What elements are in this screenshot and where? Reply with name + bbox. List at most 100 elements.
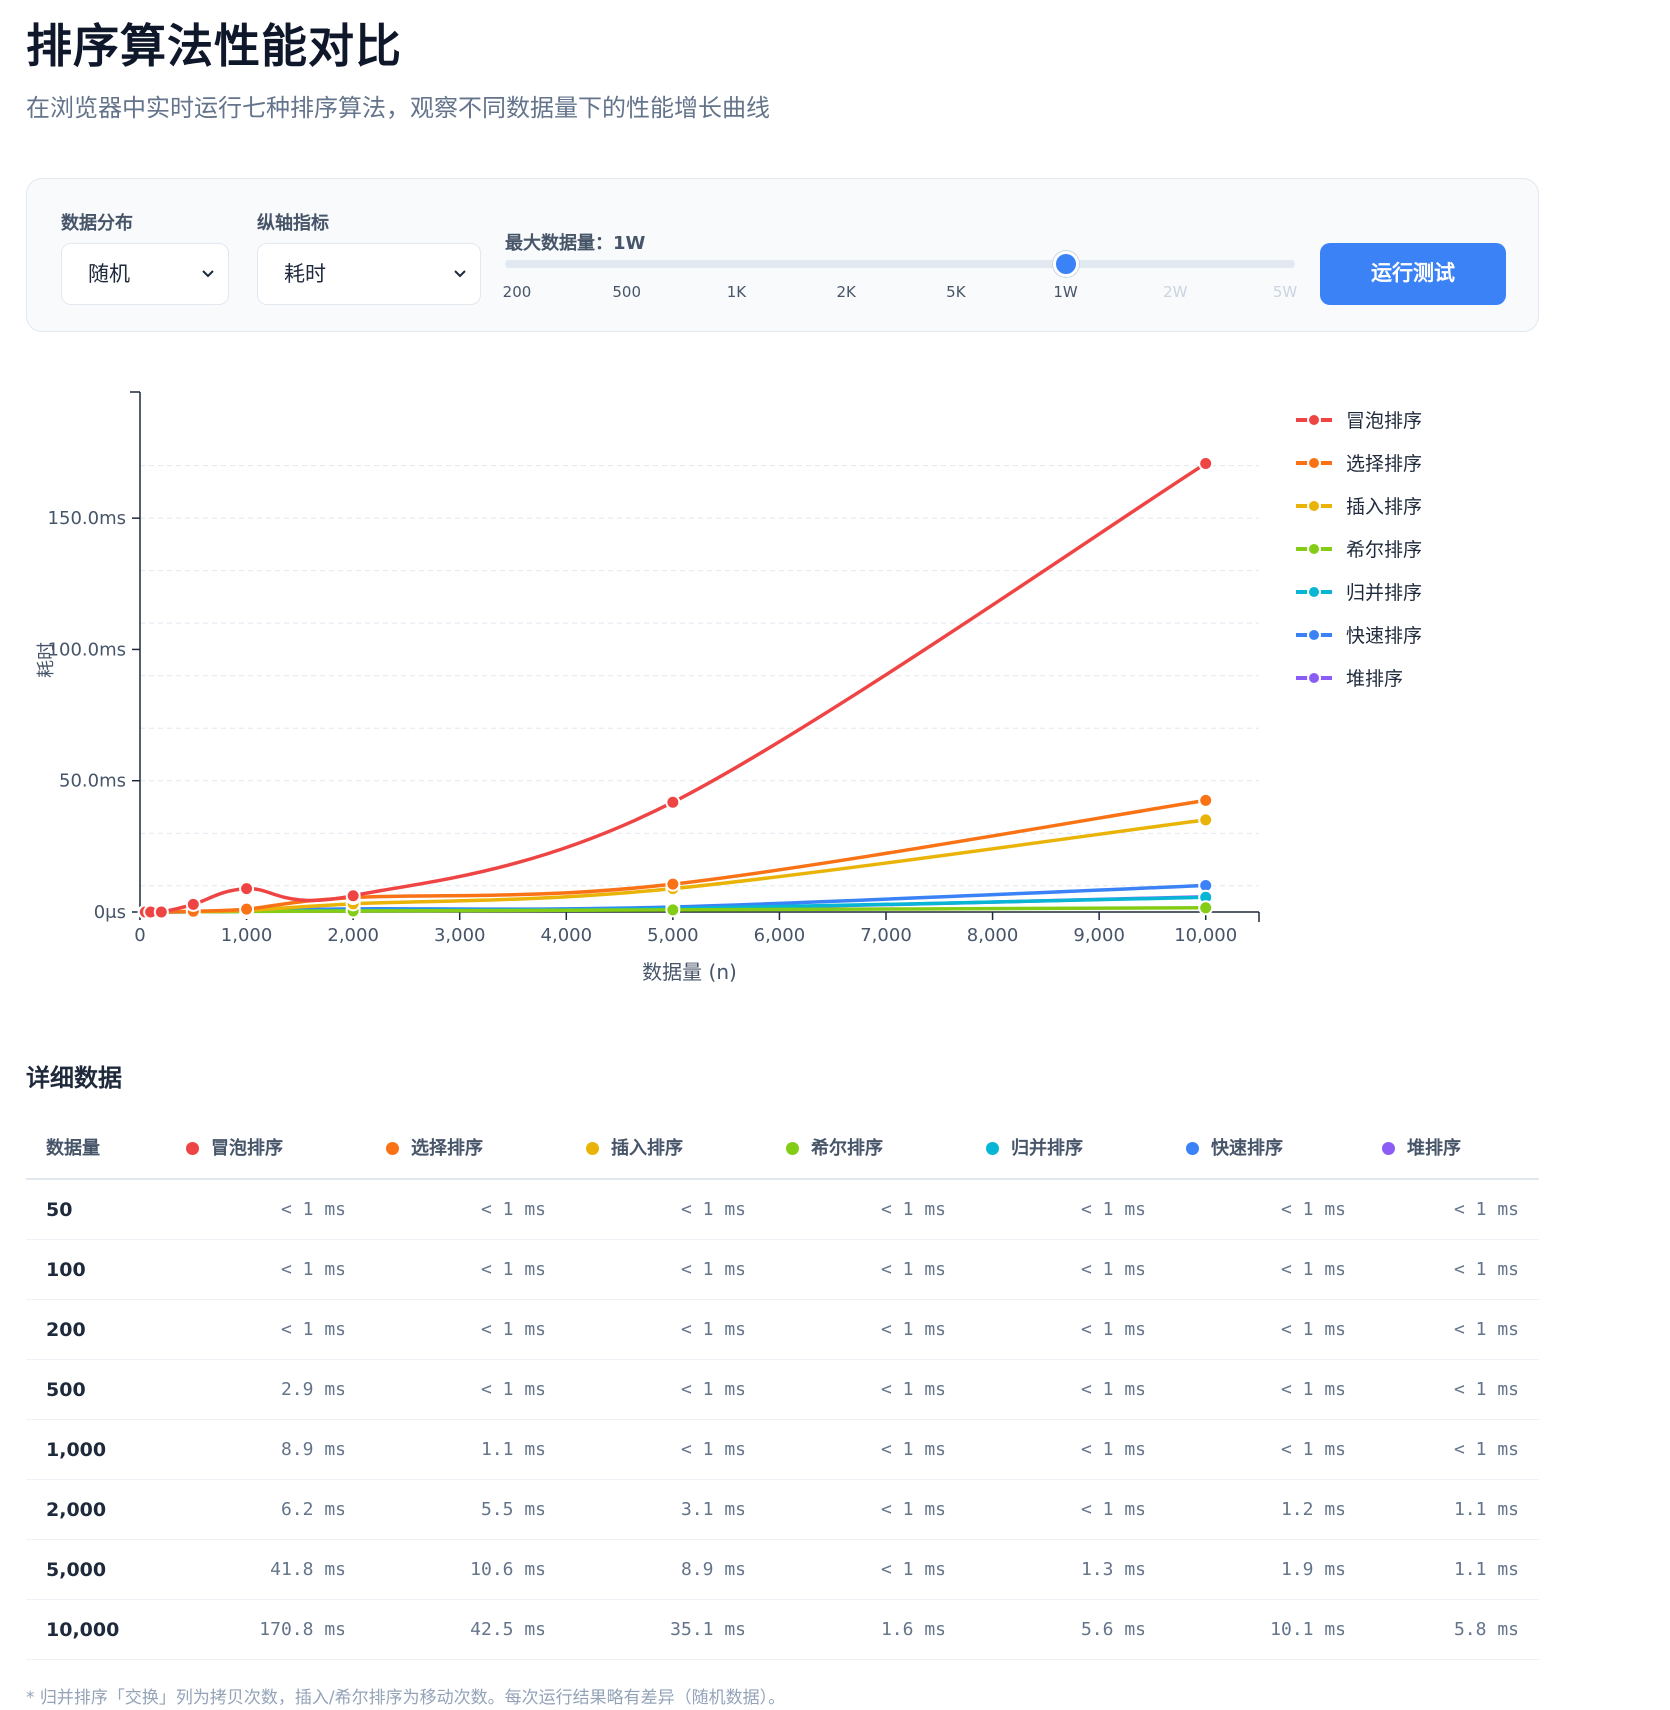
cell-time: < 1 ms (280, 1319, 346, 1340)
cell-size: 500 (46, 1379, 86, 1401)
cell-time: < 1 ms (480, 1199, 546, 1220)
y-tick-label: 0μs (94, 902, 126, 923)
max-size-label: 最大数据量：1W (505, 233, 646, 254)
x-tick-label: 5,000 (647, 925, 699, 946)
cell-time: 1.1 ms (1453, 1559, 1519, 1580)
table-row: 100 < 1 ms < 1 ms < 1 ms < 1 ms < 1 ms < 1 ms <… (26, 1240, 1539, 1300)
x-tick-label: 2,000 (327, 925, 379, 946)
legend-marker (1307, 585, 1321, 599)
cell-time: 3.1 ms (680, 1499, 746, 1520)
cell-time: 2.9 ms (280, 1379, 346, 1400)
slider-tick[interactable]: 500 (612, 283, 641, 301)
cell-time: < 1 ms (880, 1439, 946, 1460)
header-algorithm: 冒泡排序 (186, 1118, 283, 1180)
header-label: 堆排序 (1407, 1138, 1461, 1159)
metric-value: 耗时 (284, 262, 326, 286)
cell-time: 1.6 ms (880, 1619, 946, 1640)
legend-label: 冒泡排序 (1346, 410, 1422, 432)
slider-tick[interactable]: 5W (1273, 283, 1297, 301)
y-tick-label: 100.0ms (48, 639, 126, 660)
cell-time: 1.3 ms (1080, 1559, 1146, 1580)
legend-label: 插入排序 (1346, 496, 1422, 518)
x-tick-label: 8,000 (967, 925, 1019, 946)
cell-time: < 1 ms (1080, 1319, 1146, 1340)
cell-time: < 1 ms (1080, 1439, 1146, 1460)
series-dot-icon (186, 1142, 199, 1155)
metric-label: 纵轴指标 (257, 213, 329, 234)
data-point (1198, 456, 1214, 472)
data-point (1198, 812, 1214, 828)
x-tick-label: 1,000 (221, 925, 273, 946)
series-dot-icon (786, 1142, 799, 1155)
x-tick-label: 0 (134, 925, 145, 946)
legend-label: 堆排序 (1346, 668, 1403, 690)
chevron-down-icon (200, 244, 216, 329)
table-row: 10,000 170.8 ms 42.5 ms 35.1 ms 1.6 ms 5.6 ms… (26, 1600, 1539, 1660)
series-dot-icon (1382, 1142, 1395, 1155)
y-axis-label: 耗时 (36, 642, 57, 678)
cell-size: 1,000 (46, 1439, 107, 1461)
slider-tick[interactable]: 200 (503, 283, 532, 301)
data-point (665, 876, 681, 892)
cell-time: < 1 ms (880, 1259, 946, 1280)
cell-time: < 1 ms (1080, 1499, 1146, 1520)
series-dot-icon (386, 1142, 399, 1155)
cell-time: 10.1 ms (1270, 1619, 1346, 1640)
distribution-select[interactable]: 随机 (61, 243, 229, 305)
cell-time: 1.1 ms (480, 1439, 546, 1460)
legend-marker (1307, 456, 1321, 470)
header-algorithm: 归并排序 (986, 1118, 1083, 1180)
series-dot-icon (986, 1142, 999, 1155)
table-row: 1,000 8.9 ms 1.1 ms < 1 ms < 1 ms < 1 ms < 1 m… (26, 1420, 1539, 1480)
cell-time: < 1 ms (680, 1259, 746, 1280)
slider-tick[interactable]: 2K (836, 283, 855, 301)
legend-marker (1307, 499, 1321, 513)
cell-time: < 1 ms (480, 1259, 546, 1280)
cell-time: 41.8 ms (270, 1559, 346, 1580)
cell-time: < 1 ms (280, 1199, 346, 1220)
legend-marker (1307, 413, 1321, 427)
cell-size: 2,000 (46, 1499, 107, 1521)
cell-time: 5.8 ms (1453, 1619, 1519, 1640)
cell-time: < 1 ms (1080, 1379, 1146, 1400)
cell-time: 6.2 ms (280, 1499, 346, 1520)
page-subtitle: 在浏览器中实时运行七种排序算法，观察不同数据量下的性能增长曲线 (26, 94, 770, 122)
legend-marker (1307, 671, 1321, 685)
data-point (239, 901, 255, 917)
slider-tick[interactable]: 5K (946, 283, 965, 301)
cell-time: < 1 ms (1080, 1199, 1146, 1220)
cell-time: < 1 ms (1280, 1319, 1346, 1340)
header-n: 数据量 (46, 1138, 100, 1159)
cell-time: 1.1 ms (1453, 1499, 1519, 1520)
cell-time: < 1 ms (680, 1379, 746, 1400)
cell-time: < 1 ms (1080, 1259, 1146, 1280)
cell-time: < 1 ms (880, 1379, 946, 1400)
data-point (345, 888, 361, 904)
data-point (239, 881, 255, 897)
data-point (1198, 900, 1214, 916)
slider-tick[interactable]: 1W (1053, 283, 1077, 301)
cell-time: < 1 ms (1453, 1259, 1519, 1280)
cell-time: 10.6 ms (470, 1559, 546, 1580)
cell-time: < 1 ms (1280, 1259, 1346, 1280)
cell-time: < 1 ms (1280, 1199, 1346, 1220)
metric-select[interactable]: 耗时 (257, 243, 481, 305)
cell-time: < 1 ms (1453, 1319, 1519, 1340)
x-tick-label: 6,000 (754, 925, 806, 946)
size-slider-thumb[interactable] (1052, 251, 1079, 277)
cell-time: 42.5 ms (470, 1619, 546, 1640)
header-label: 冒泡排序 (211, 1138, 283, 1159)
x-tick-label: 10,000 (1174, 925, 1237, 946)
slider-tick[interactable]: 2W (1163, 283, 1187, 301)
header-label: 希尔排序 (811, 1138, 883, 1159)
cell-time: < 1 ms (1453, 1379, 1519, 1400)
y-tick-label: 150.0ms (48, 508, 126, 529)
table-row: 50 < 1 ms < 1 ms < 1 ms < 1 ms < 1 ms < 1 ms < … (26, 1180, 1539, 1240)
size-slider-track[interactable] (505, 260, 1295, 268)
legend-label: 选择排序 (1346, 453, 1422, 475)
cell-time: < 1 ms (880, 1559, 946, 1580)
run-test-button[interactable]: 运行测试 (1320, 243, 1506, 305)
slider-tick[interactable]: 1K (727, 283, 746, 301)
cell-time: < 1 ms (1453, 1199, 1519, 1220)
cell-time: < 1 ms (880, 1199, 946, 1220)
